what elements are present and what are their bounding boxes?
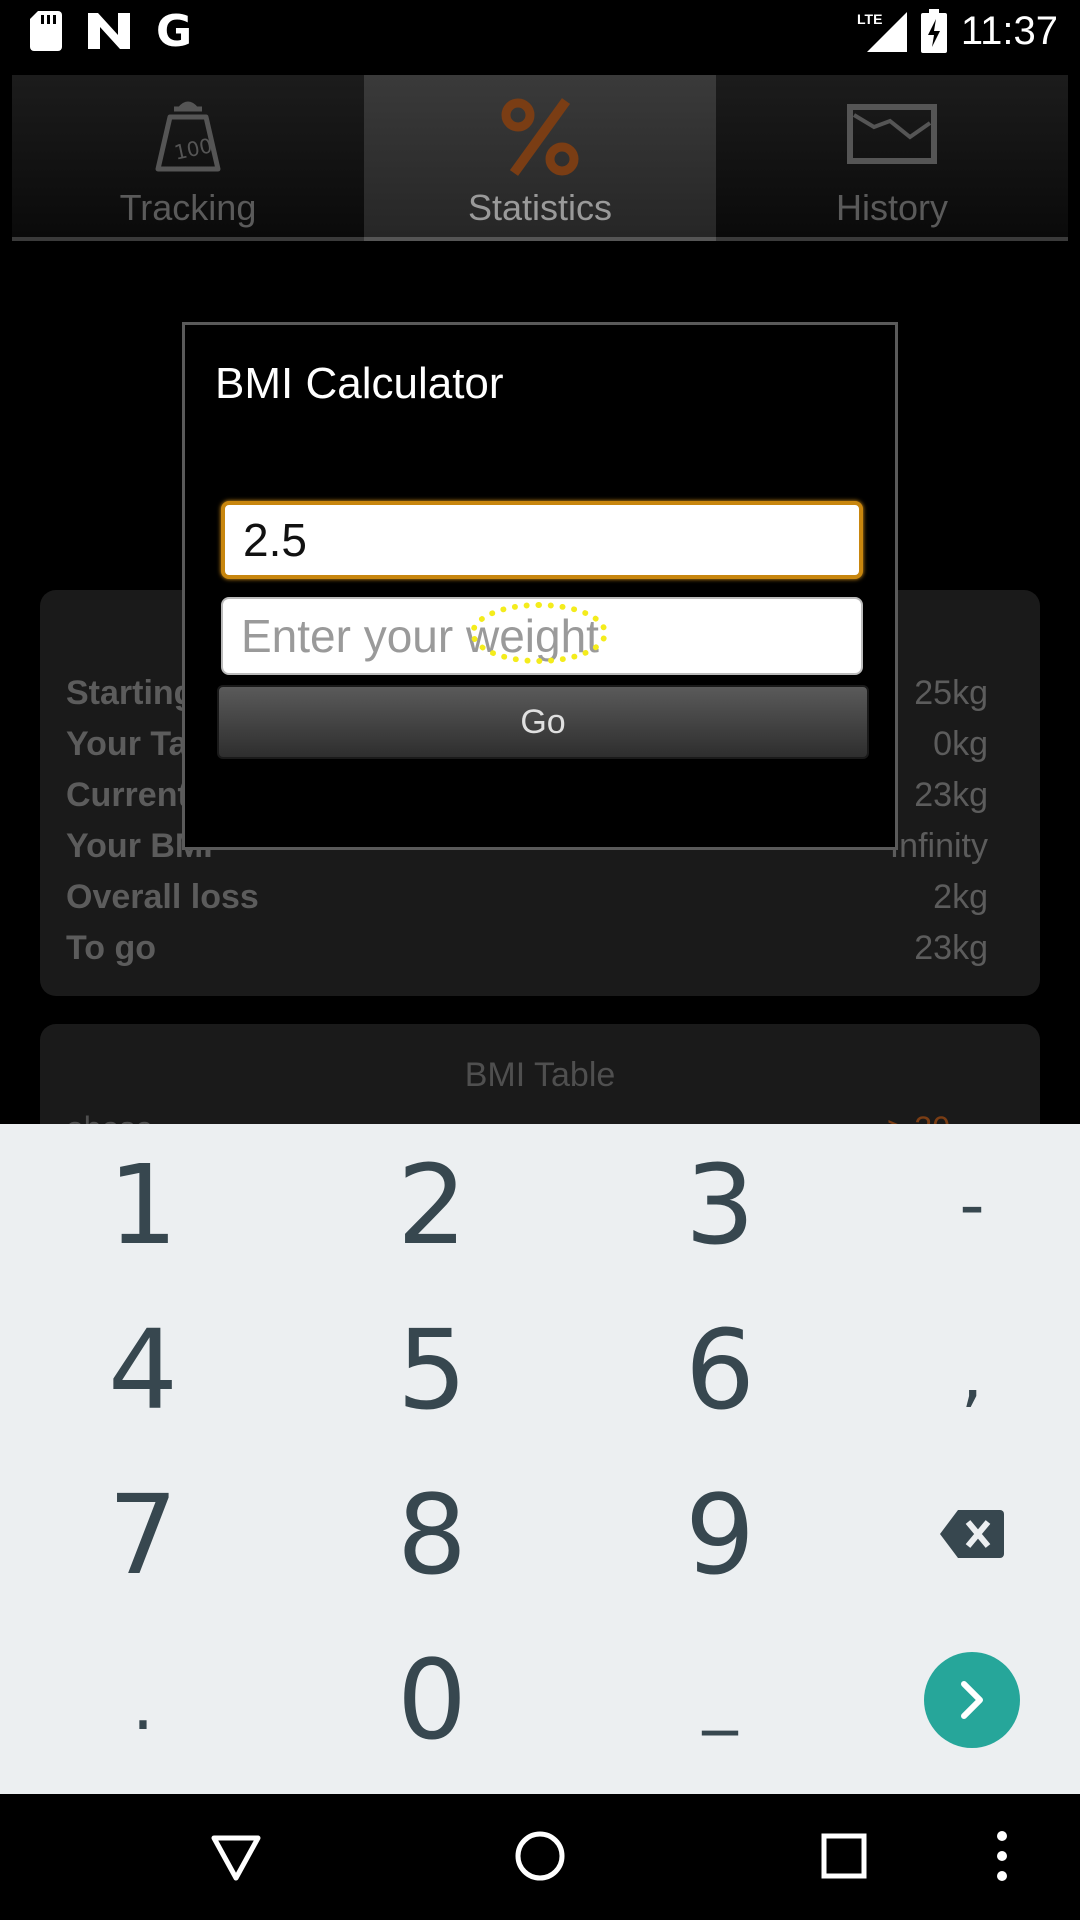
key-4[interactable]: 4 xyxy=(43,1295,243,1445)
key-9[interactable]: 9 xyxy=(620,1460,820,1610)
dialog-title: BMI Calculator xyxy=(215,359,504,408)
battery-charging-icon xyxy=(920,9,947,53)
recents-icon[interactable] xyxy=(820,1832,868,1880)
tab-statistics[interactable]: Statistics xyxy=(364,75,716,241)
key-1[interactable]: 1 xyxy=(43,1130,243,1280)
key-6[interactable]: 6 xyxy=(620,1295,820,1445)
home-icon[interactable] xyxy=(514,1830,566,1882)
more-options-icon[interactable] xyxy=(992,1828,1012,1884)
google-icon: G xyxy=(156,5,193,57)
key-7[interactable]: 7 xyxy=(43,1460,243,1610)
enter-key[interactable] xyxy=(924,1652,1020,1748)
stat-row-overall-loss: Overall loss 2kg xyxy=(66,878,988,916)
backspace-icon[interactable] xyxy=(940,1510,1004,1558)
percent-icon xyxy=(501,98,579,176)
status-bar: G LTE 11:37 xyxy=(0,0,1080,63)
svg-text:LTE: LTE xyxy=(857,11,882,27)
key-period[interactable]: . xyxy=(43,1640,243,1790)
tab-history[interactable]: History xyxy=(716,75,1068,241)
back-icon[interactable] xyxy=(210,1834,262,1882)
chart-icon xyxy=(847,104,937,164)
key-underscore[interactable]: _ xyxy=(620,1640,820,1790)
bmi-calculator-dialog: BMI Calculator 2.5 Enter your weight Go xyxy=(182,322,898,850)
key-comma[interactable]: , xyxy=(872,1300,1072,1450)
stat-row-to-go: To go 23kg xyxy=(66,929,988,967)
height-input[interactable]: 2.5 xyxy=(221,501,863,579)
tab-label: Statistics xyxy=(467,187,613,228)
svg-text:100: 100 xyxy=(172,133,214,164)
go-button[interactable]: Go xyxy=(217,685,869,759)
key-3[interactable]: 3 xyxy=(620,1130,820,1280)
signal-icon: LTE xyxy=(857,11,907,52)
tab-label: History xyxy=(835,187,948,228)
tab-tracking[interactable]: 100 Tracking xyxy=(12,75,364,241)
tap-indicator xyxy=(470,602,608,664)
weight-scale-icon: 100 xyxy=(155,101,221,172)
key-5[interactable]: 5 xyxy=(332,1295,532,1445)
key-8[interactable]: 8 xyxy=(332,1460,532,1610)
clock: 11:37 xyxy=(960,8,1058,53)
sd-card-icon xyxy=(30,11,62,51)
key-minus[interactable]: - xyxy=(872,1130,1072,1280)
chevron-right-icon xyxy=(961,1681,983,1719)
key-2[interactable]: 2 xyxy=(332,1130,532,1280)
n-icon xyxy=(88,13,130,49)
tab-label: Tracking xyxy=(119,187,257,228)
bmi-table-title: BMI Table xyxy=(464,1056,616,1094)
key-0[interactable]: 0 xyxy=(332,1625,532,1775)
navigation-bar xyxy=(0,1794,1080,1920)
tab-bar: 100 Tracking Statistics History xyxy=(12,75,1068,241)
